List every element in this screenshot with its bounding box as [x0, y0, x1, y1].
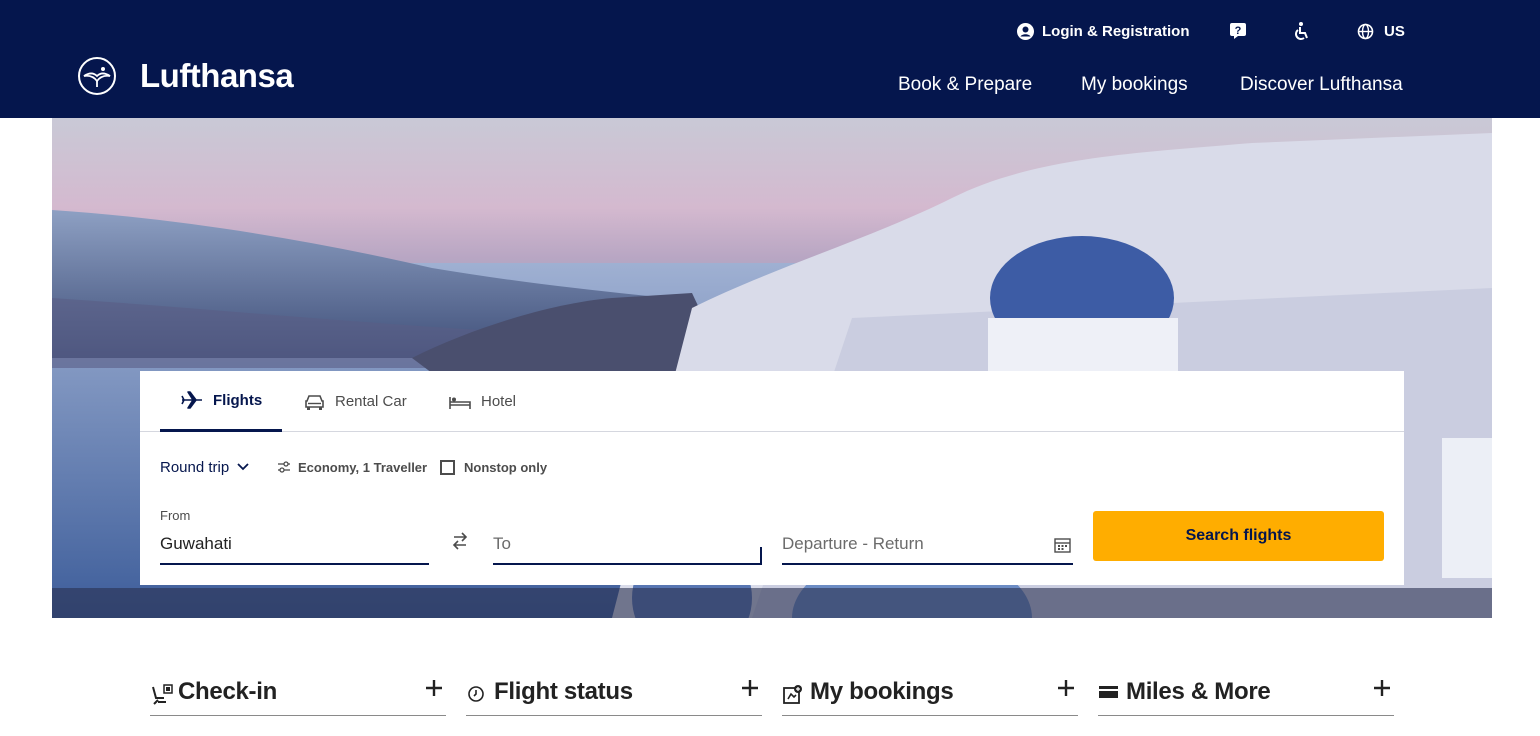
clock-icon [466, 684, 486, 704]
quick-link-label: Flight status [494, 678, 633, 705]
globe-icon [1357, 23, 1374, 40]
from-label: From [160, 508, 191, 523]
cabin-travellers-selector[interactable]: Economy, 1 Traveller [277, 457, 427, 477]
booking-tabs: Flights Rental Car Hotel [140, 371, 1404, 432]
dates-field[interactable]: Departure - Return [782, 508, 1073, 565]
svg-text:?: ? [1235, 25, 1242, 37]
quick-link-flight-status[interactable]: Flight status [466, 676, 762, 716]
login-registration-link[interactable]: Login & Registration [1017, 20, 1190, 42]
plane-icon [181, 391, 203, 409]
from-field[interactable]: From Guwahati [160, 508, 429, 565]
quick-link-miles-more[interactable]: Miles & More [1098, 676, 1394, 716]
plus-icon [742, 680, 758, 701]
tab-flights[interactable]: Flights [160, 371, 282, 432]
login-label: Login & Registration [1042, 22, 1190, 40]
plus-icon [426, 680, 442, 701]
calendar-icon [1054, 537, 1071, 558]
quick-link-check-in[interactable]: Check-in [150, 676, 446, 716]
from-underline [160, 563, 429, 565]
trip-type-dropdown[interactable]: Round trip [160, 457, 249, 477]
chevron-down-icon [237, 463, 249, 471]
to-placeholder: To [493, 534, 511, 553]
dates-placeholder: Departure - Return [782, 534, 924, 553]
logo-link[interactable]: Lufthansa [78, 57, 294, 95]
site-header: Lufthansa Login & Registration ? US Book… [0, 0, 1540, 118]
check-in-icon [150, 684, 174, 706]
card-icon [1098, 684, 1120, 700]
crane-logo-icon [78, 57, 116, 95]
booking-panel: Flights Rental Car Hotel Round trip Econ… [140, 371, 1404, 585]
language-selector[interactable]: US [1357, 20, 1405, 42]
dates-underline [782, 563, 1073, 565]
nonstop-checkbox[interactable] [440, 459, 455, 475]
quick-link-label: Check-in [178, 678, 277, 705]
help-button[interactable]: ? [1229, 20, 1247, 42]
accessibility-icon [1292, 21, 1310, 41]
car-icon [304, 394, 325, 410]
nonstop-label: Nonstop only [464, 459, 548, 475]
tab-hotel[interactable]: Hotel [449, 371, 516, 432]
plus-icon [1374, 680, 1390, 701]
quick-link-label: Miles & More [1126, 678, 1271, 705]
plus-icon [1058, 680, 1074, 701]
quick-link-my-bookings[interactable]: My bookings [782, 676, 1078, 716]
brand-wordmark: Lufthansa [140, 57, 294, 94]
trip-type-value: Round trip [160, 458, 230, 476]
user-icon [1017, 22, 1034, 40]
tab-rental-car[interactable]: Rental Car [304, 371, 407, 432]
tab-hotel-label: Hotel [481, 393, 517, 410]
to-field[interactable]: To [493, 508, 762, 565]
bed-icon [449, 395, 471, 409]
sliders-icon [277, 461, 291, 473]
swap-arrows-icon [452, 532, 468, 550]
quick-link-label: My bookings [810, 678, 954, 705]
nav-discover-lufthansa[interactable]: Discover Lufthansa [1240, 74, 1403, 96]
search-flights-button[interactable]: Search flights [1093, 511, 1384, 561]
nonstop-only-option[interactable]: Nonstop only [440, 457, 547, 477]
help-chat-icon: ? [1229, 22, 1247, 40]
nav-book-prepare[interactable]: Book & Prepare [898, 74, 1032, 96]
booking-icon [782, 684, 804, 706]
cabin-travellers-value: Economy, 1 Traveller [298, 459, 428, 475]
tab-rental-car-label: Rental Car [335, 393, 407, 410]
to-underline [493, 563, 762, 565]
language-label: US [1384, 22, 1405, 40]
accessibility-button[interactable] [1292, 20, 1310, 42]
tab-flights-label: Flights [213, 391, 263, 409]
nav-my-bookings[interactable]: My bookings [1081, 74, 1188, 96]
swap-airports-button[interactable] [452, 531, 468, 556]
from-value: Guwahati [160, 534, 232, 553]
text-cursor [760, 547, 762, 565]
